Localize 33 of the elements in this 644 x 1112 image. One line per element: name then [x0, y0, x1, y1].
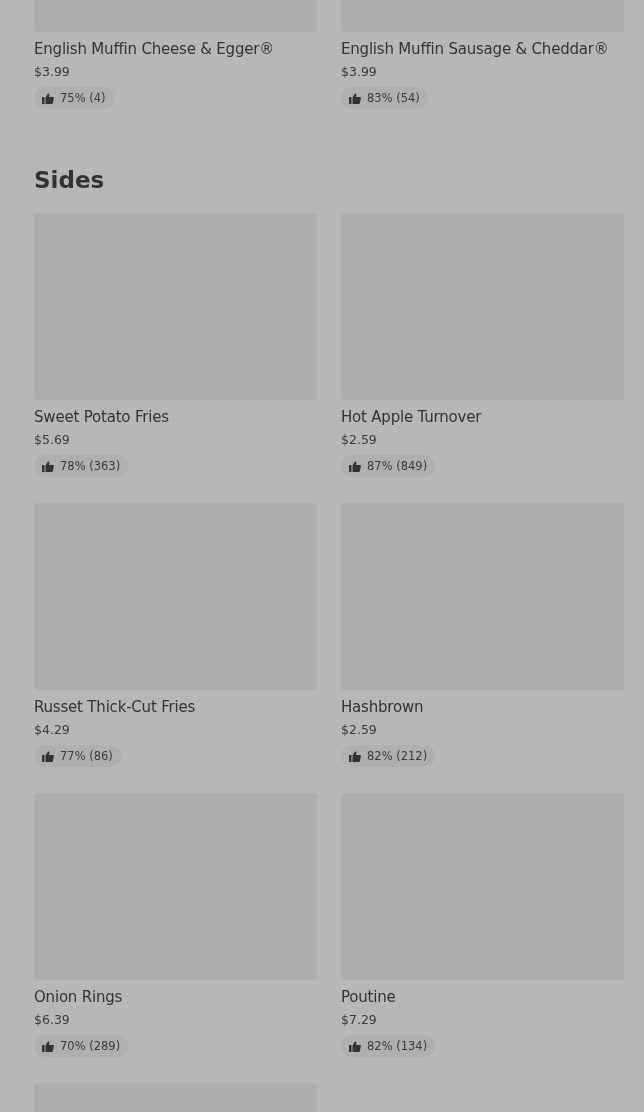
thumbs-up-icon [349, 460, 361, 472]
thumbs-up-icon [42, 1040, 54, 1052]
item-name[interactable]: Sweet Potato Fries [34, 406, 169, 428]
rating-text: 75% (4) [60, 91, 106, 105]
item-name[interactable]: English Muffin Sausage & Cheddar® [341, 38, 609, 60]
section-title: Sides [34, 166, 106, 195]
thumbs-up-icon [42, 460, 54, 472]
item-price: $2.59 [341, 721, 377, 739]
item-name[interactable]: Onion Rings [34, 986, 123, 1008]
thumbs-up-icon [42, 750, 54, 762]
rating-text: 87% (849) [367, 459, 428, 473]
item-name[interactable]: Hashbrown [341, 696, 424, 718]
thumbs-up-icon [42, 92, 54, 104]
item-price: $6.39 [34, 1011, 70, 1029]
rating-text: 77% (86) [60, 749, 113, 763]
item-price: $3.99 [34, 63, 70, 81]
rating-text: 78% (363) [60, 459, 121, 473]
thumbs-up-icon [349, 750, 361, 762]
item-price: $3.99 [341, 63, 377, 81]
item-price: $4.29 [34, 721, 70, 739]
item-name[interactable]: Russet Thick-Cut Fries [34, 696, 196, 718]
item-name[interactable]: Hot Apple Turnover [341, 406, 482, 428]
item-name[interactable]: Poutine [341, 986, 396, 1008]
rating-text: 82% (134) [367, 1039, 428, 1053]
item-name[interactable]: English Muffin Cheese & Egger® [34, 38, 274, 60]
thumbs-up-icon [349, 92, 361, 104]
rating-text: 70% (289) [60, 1039, 121, 1053]
item-price: $5.69 [34, 431, 70, 449]
item-price: $7.29 [341, 1011, 377, 1029]
thumbs-up-icon [349, 1040, 361, 1052]
item-price: $2.59 [341, 431, 377, 449]
rating-text: 82% (212) [367, 749, 428, 763]
rating-text: 83% (54) [367, 91, 420, 105]
